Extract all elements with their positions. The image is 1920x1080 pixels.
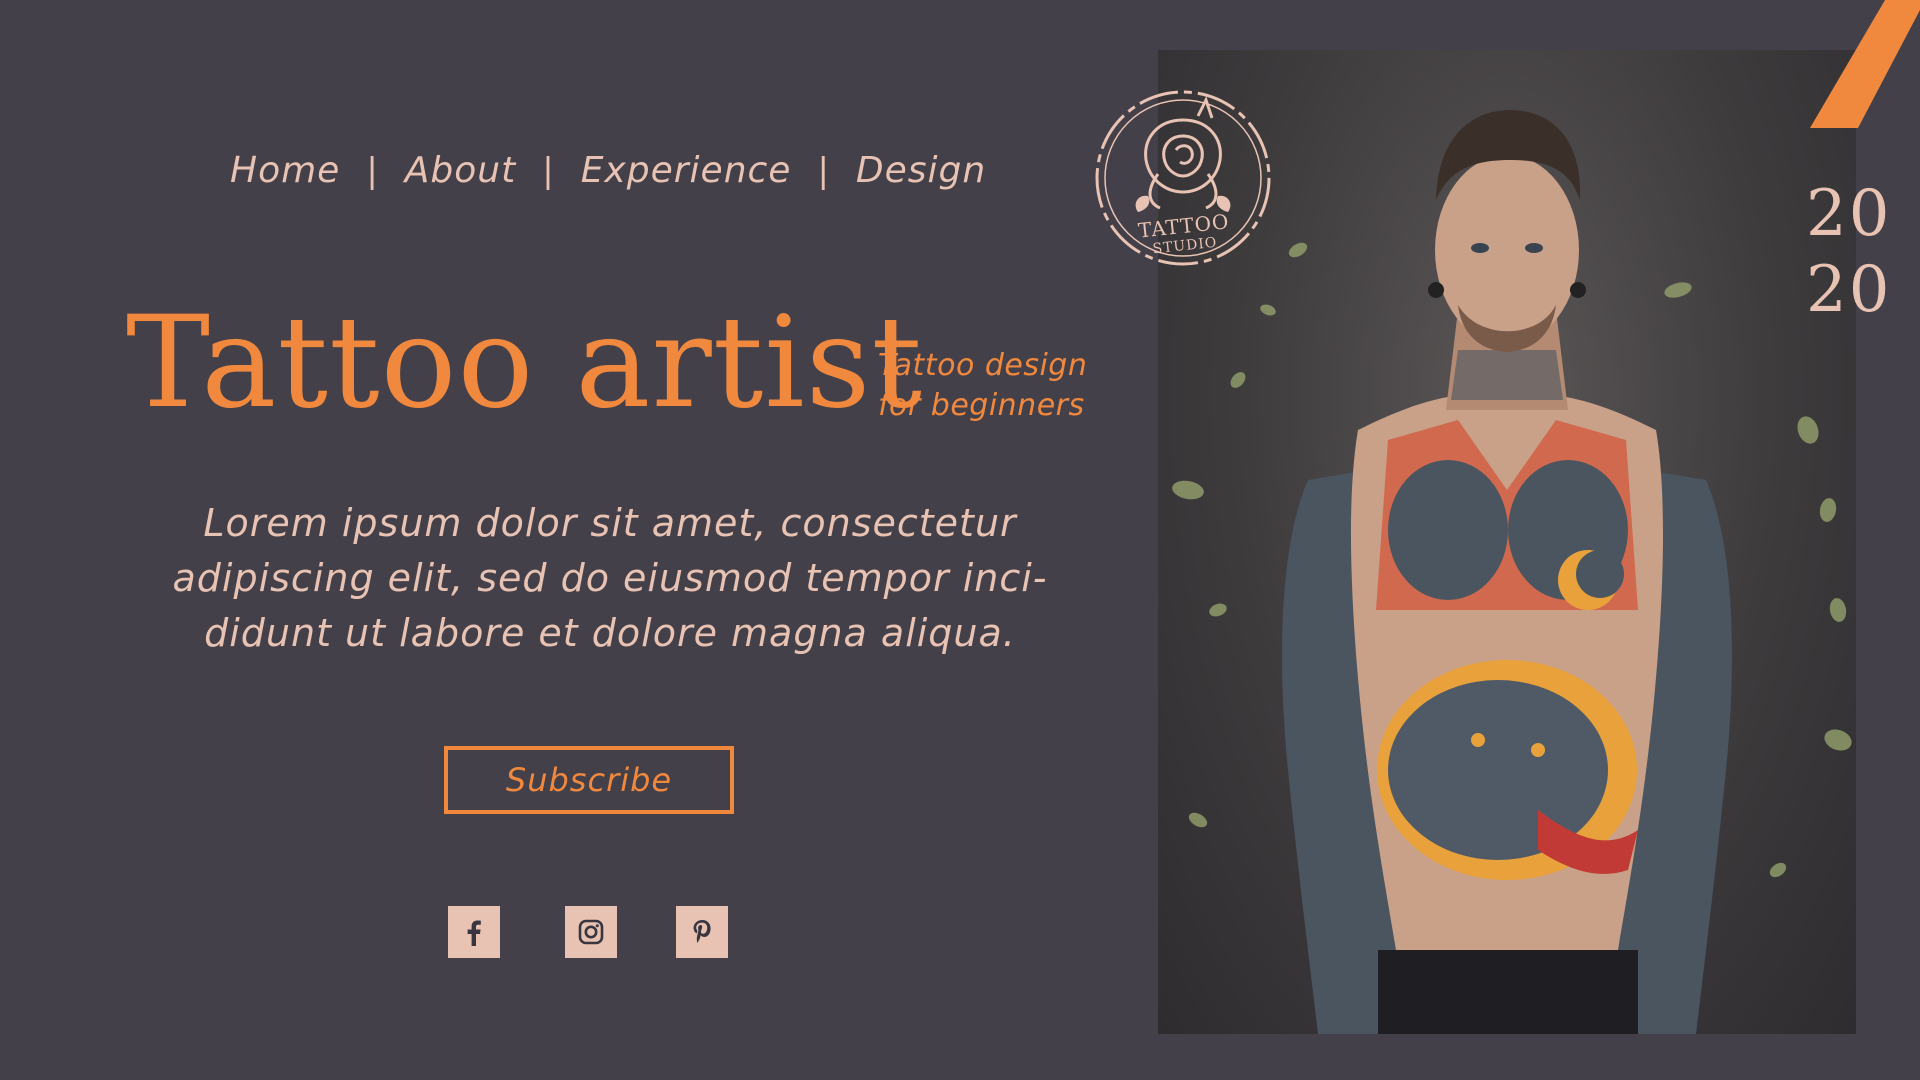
description-line: Lorem ipsum dolor sit amet, consectetur (203, 501, 1017, 545)
nav-about[interactable]: About (405, 150, 516, 191)
nav-separator: | (542, 150, 555, 191)
subscribe-button[interactable]: Subscribe (444, 746, 734, 814)
hero-subtitle-line: Tattoo design (878, 348, 1088, 383)
pinterest-icon (693, 920, 711, 943)
nav-separator: | (817, 150, 830, 191)
hero-description: Lorem ipsum dolor sit amet, consectetur … (150, 496, 1070, 661)
nav-design[interactable]: Design (856, 150, 986, 191)
nav-separator: | (366, 150, 379, 191)
year-label: 20 20 (1806, 176, 1891, 328)
hero-subtitle-line: for beginners (878, 388, 1085, 423)
hero-subtitle: Tattoo design for beginners (878, 346, 1087, 426)
pinterest-button[interactable] (676, 906, 728, 958)
nav-home[interactable]: Home (230, 150, 340, 191)
orange-accent-stripe (1810, 0, 1920, 128)
facebook-icon (467, 920, 481, 946)
year-line: 20 (1806, 177, 1892, 251)
description-line: didunt ut labore et dolore magna aliqua. (204, 611, 1016, 655)
hero-title: Tattoo artist (126, 289, 923, 436)
nav-experience[interactable]: Experience (581, 150, 792, 191)
instagram-button[interactable] (565, 906, 617, 958)
description-line: adipiscing elit, sed do eiusmod tempor i… (172, 556, 1048, 600)
year-line: 20 (1806, 253, 1892, 327)
main-nav: Home | About | Experience | Design (230, 150, 986, 191)
facebook-button[interactable] (448, 906, 500, 958)
instagram-icon (578, 919, 604, 945)
